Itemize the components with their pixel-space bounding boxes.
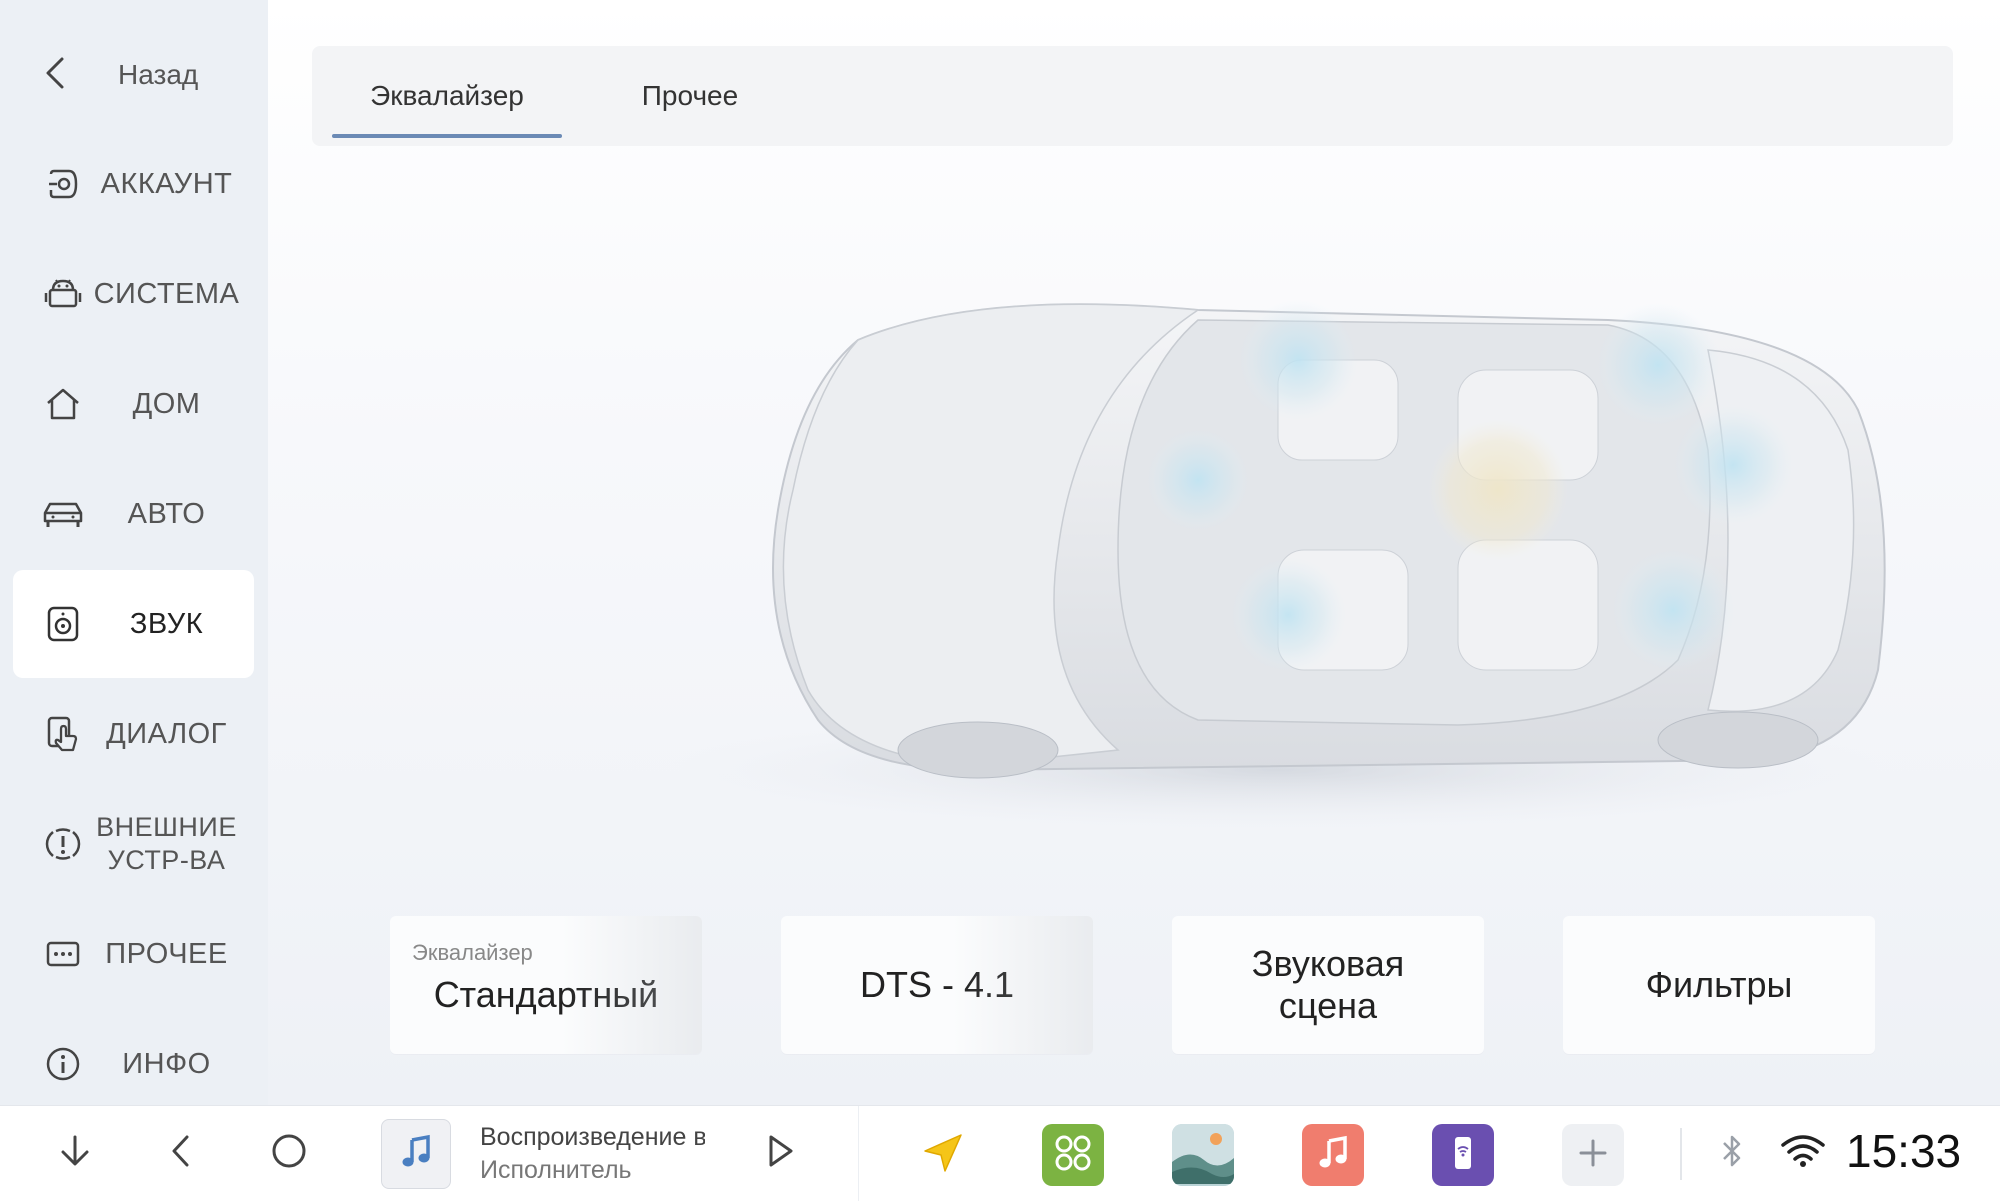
sidebar-item-system[interactable]: СИСТЕМА [13, 240, 254, 348]
collapse-button[interactable] [40, 1106, 110, 1201]
tab-equalizer[interactable]: Эквалайзер [332, 46, 562, 146]
sidebar-item-sound[interactable]: ЗВУК [13, 570, 254, 678]
chevron-left-icon [40, 53, 70, 98]
speaker-glow-door-left [1230, 557, 1346, 673]
sidebar-item-label: ВНЕШНИЕ УСТР-ВА [96, 812, 237, 875]
seat-front-right [1457, 539, 1599, 671]
sidebar-item-auto[interactable]: АВТО [13, 460, 254, 568]
card-background-photo [562, 916, 702, 1054]
main-panel: Эквалайзер Прочее Эквалайзер Стандартный… [268, 0, 2000, 1105]
tab-label: Эквалайзер [370, 80, 524, 111]
wheel-rear [1657, 711, 1819, 769]
sound-stage-card[interactable]: Звуковая сцена [1172, 916, 1484, 1054]
status-divider [1680, 1128, 1682, 1180]
speaker-glow-rear-right [1596, 303, 1720, 427]
album-art[interactable] [381, 1119, 451, 1189]
sidebar-item-label: ДИАЛОГ [106, 717, 227, 750]
sidebar-item-dialog[interactable]: ДИАЛОГ [13, 680, 254, 788]
dts-card[interactable]: DTS - 4.1 [781, 916, 1093, 1054]
alert-device-icon [41, 822, 85, 866]
filters-card[interactable]: Фильтры [1563, 916, 1875, 1054]
add-app-button[interactable] [1562, 1124, 1624, 1186]
sidebar-item-label: СИСТЕМА [93, 277, 240, 310]
music-note-icon [396, 1132, 436, 1177]
wheel-front [897, 721, 1059, 779]
sidebar-item-other[interactable]: ПРОЧЕЕ [13, 900, 254, 1008]
car-icon [41, 492, 85, 536]
more-icon [41, 932, 85, 976]
nav-home-button[interactable] [254, 1106, 324, 1201]
play-button[interactable] [745, 1106, 815, 1201]
sidebar-item-label: АККАУНТ [100, 167, 233, 200]
track-artist: Исполнитель [480, 1156, 632, 1184]
app-music[interactable] [1302, 1124, 1364, 1186]
account-icon [41, 162, 85, 206]
app-phone-link[interactable] [1432, 1124, 1494, 1186]
play-icon [763, 1131, 797, 1176]
tab-bar: Эквалайзер Прочее [312, 46, 1953, 146]
speaker-glow-side-right [1673, 405, 1793, 525]
center-sound-focus [1428, 420, 1568, 560]
apps-icon [1053, 1133, 1093, 1178]
wifi-icon [1780, 1133, 1826, 1174]
nav-back-button[interactable] [146, 1106, 216, 1201]
sidebar-item-label: ЗВУК [129, 607, 204, 640]
sidebar-item-account[interactable]: АККАУНТ [13, 130, 254, 238]
track-title: Воспроизведение в процессе [480, 1123, 705, 1151]
info-icon [41, 1042, 85, 1086]
clock: 15:33 [1846, 1125, 1962, 1177]
card-subtitle: Эквалайзер [412, 940, 533, 965]
speaker-glow-front-left [1146, 428, 1250, 532]
circle-home-icon [269, 1131, 309, 1176]
card-background-photo [953, 916, 1093, 1054]
app-navigation[interactable] [912, 1124, 974, 1186]
tab-label: Прочее [641, 80, 739, 111]
add-icon [1575, 1135, 1611, 1176]
dock-divider [858, 1106, 859, 1201]
sidebar-item-label: АВТО [127, 497, 206, 530]
phone-link-icon [1443, 1133, 1483, 1178]
android-icon [41, 272, 85, 316]
back-button[interactable]: Назад [40, 40, 250, 110]
sidebar-item-info[interactable]: ИНФО [13, 1010, 254, 1118]
speaker-glow-door-right [1611, 548, 1735, 672]
sidebar-item-label: ИНФО [122, 1047, 211, 1080]
system-bar: Воспроизведение в процессе Исполнитель [0, 1105, 2000, 1201]
equalizer-preset-card[interactable]: Эквалайзер Стандартный [390, 916, 702, 1054]
sidebar-item-label: ДОМ [132, 387, 201, 420]
tab-other[interactable]: Прочее [590, 46, 790, 146]
back-label: Назад [118, 59, 199, 90]
app-gallery[interactable] [1172, 1124, 1234, 1186]
touch-icon [41, 712, 85, 756]
car-sound-illustration [658, 300, 1898, 830]
sidebar-item-external-devices[interactable]: ВНЕШНИЕ УСТР-ВА [13, 790, 254, 898]
sidebar: Назад АККАУНТ СИСТЕМА ДОМ АВТО ЗВУК ДИАЛ… [0, 0, 268, 1105]
gallery-icon [1172, 1124, 1234, 1186]
app-launcher[interactable] [1042, 1124, 1104, 1186]
card-title: Фильтры [1645, 964, 1793, 1005]
home-icon [41, 382, 85, 426]
arrow-down-icon [55, 1131, 95, 1176]
speaker-icon [41, 602, 85, 646]
navigation-icon [921, 1131, 965, 1180]
bluetooth-status[interactable] [1712, 1106, 1752, 1201]
sidebar-item-home[interactable]: ДОМ [13, 350, 254, 458]
card-title: Звуковая сцена [1251, 943, 1405, 1026]
bluetooth-icon [1719, 1131, 1745, 1176]
speaker-glow-rear-left [1238, 300, 1358, 420]
music-app-icon [1313, 1133, 1353, 1178]
sidebar-item-label: ПРОЧЕЕ [105, 937, 228, 970]
chevron-left-icon [166, 1131, 196, 1176]
wifi-status[interactable] [1778, 1106, 1828, 1201]
